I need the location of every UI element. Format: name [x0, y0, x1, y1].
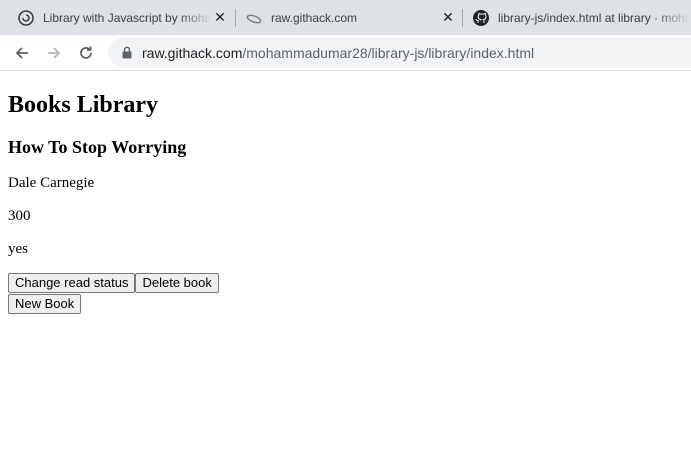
tab-strip: Library with Javascript by mohammadumar2… [0, 0, 691, 35]
tab-title: Library with Javascript by mohammadumar2… [43, 10, 212, 25]
url-path: /mohammadumar28/library-js/library/index… [242, 44, 535, 61]
new-book-button[interactable]: New Book [8, 294, 82, 314]
tab-divider [235, 9, 236, 27]
browser-toolbar: raw.githack.com/mohammadumar28/library-j… [0, 35, 691, 71]
book-actions: Change read status Delete book [8, 273, 683, 293]
url-host: raw.githack.com [142, 44, 243, 61]
back-button[interactable] [10, 41, 34, 65]
tab-title: raw.githack.com [271, 10, 358, 25]
reload-button[interactable] [74, 41, 98, 65]
tab-title: library-js/index.html at library · moham… [498, 10, 691, 25]
book-read-status: yes [8, 241, 28, 257]
githack-icon [246, 10, 262, 26]
book-card: How To Stop Worrying Dale Carnegie 300 y… [8, 137, 683, 293]
forward-button[interactable] [42, 41, 66, 65]
change-read-status-button[interactable]: Change read status [8, 273, 136, 293]
close-tab-icon[interactable]: ✕ [440, 9, 456, 26]
reload-icon [80, 46, 92, 59]
tab-library-codepen[interactable]: Library with Javascript by mohammadumar2… [18, 0, 228, 35]
page-title: Books Library [8, 92, 159, 118]
book-title: How To Stop Worrying [8, 137, 187, 157]
tab-divider [462, 9, 463, 27]
back-arrow-icon [15, 47, 28, 59]
tab-githack[interactable]: raw.githack.com ✕ [246, 0, 456, 35]
url-text[interactable]: raw.githack.com/mohammadumar28/library-j… [142, 45, 534, 61]
book-author: Dale Carnegie [8, 175, 95, 191]
address-bar[interactable]: raw.githack.com/mohammadumar28/library-j… [108, 38, 691, 67]
close-tab-icon[interactable]: ✕ [212, 9, 228, 26]
codepen-icon [18, 9, 34, 26]
book-pages: 300 [8, 208, 31, 224]
delete-book-button[interactable]: Delete book [135, 273, 219, 293]
forward-arrow-icon [48, 47, 61, 59]
lock-icon [120, 46, 134, 60]
page-content: Books Library How To Stop Worrying Dale … [8, 71, 683, 314]
tab-github[interactable]: library-js/index.html at library · moham… [473, 0, 691, 35]
github-icon [473, 9, 489, 26]
